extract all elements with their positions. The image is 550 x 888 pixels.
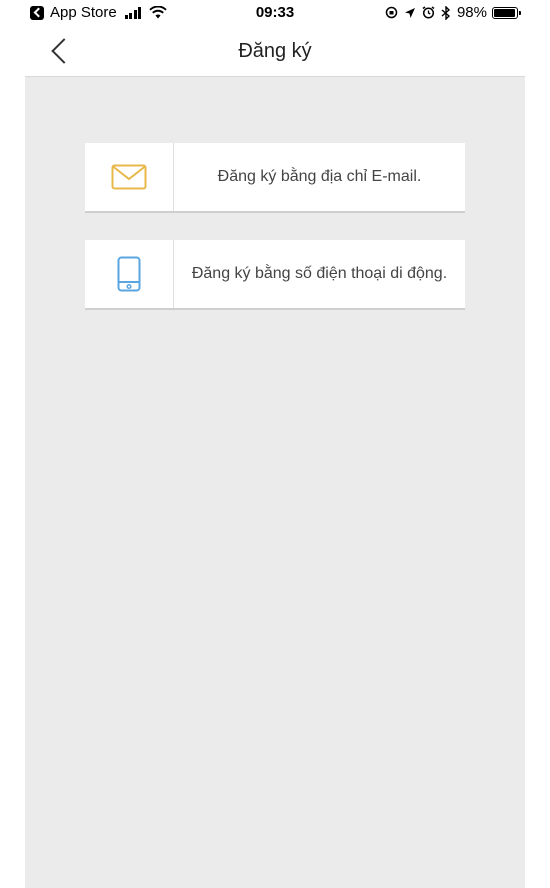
option-icon-cell: [85, 143, 174, 211]
register-phone-label: Đăng ký bằng số điện thoại di động.: [191, 265, 448, 282]
register-phone-option[interactable]: Đăng ký bằng số điện thoại di động.: [85, 240, 465, 310]
status-bar-right: 98%: [385, 4, 521, 21]
option-icon-cell: [85, 240, 174, 308]
battery-fill: [494, 8, 515, 17]
location-icon: [404, 7, 415, 18]
bluetooth-icon: [441, 5, 450, 20]
register-email-option[interactable]: Đăng ký bằng địa chỉ E-mail.: [85, 143, 465, 213]
orientation-lock-icon: [385, 6, 398, 19]
content-area: Đăng ký bằng địa chỉ E-mail. Đăng ký bằn…: [25, 77, 525, 888]
mobile-phone-icon: [117, 256, 141, 292]
screen: App Store 09:33 98% Đăng ký Đăng ký bằng…: [0, 0, 550, 888]
battery-percent: 98%: [456, 4, 487, 21]
nav-bar: Đăng ký: [25, 26, 525, 77]
page-title: Đăng ký: [238, 40, 312, 62]
battery-icon: [492, 6, 521, 19]
envelope-icon: [111, 164, 147, 190]
status-bar: App Store 09:33 98%: [0, 0, 550, 26]
register-email-label: Đăng ký bằng địa chỉ E-mail.: [217, 168, 422, 185]
alarm-icon: [422, 6, 435, 19]
